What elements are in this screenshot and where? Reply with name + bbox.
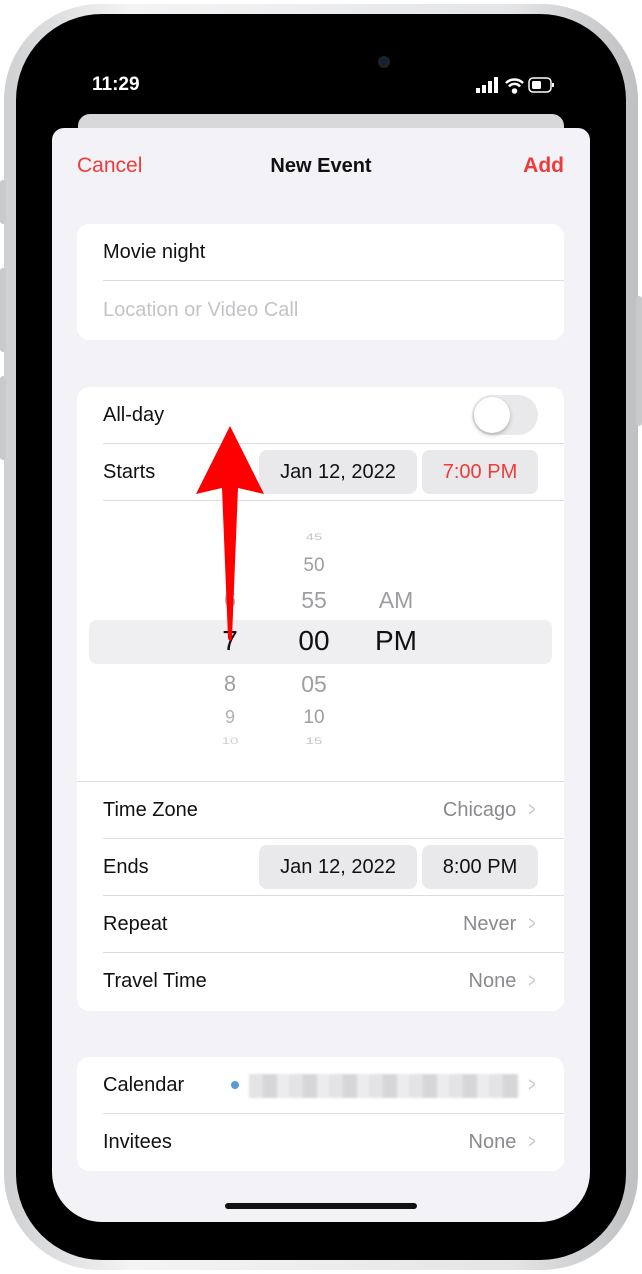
am-option[interactable]: AM [379, 587, 414, 614]
status-time: 11:29 [92, 74, 140, 95]
time-picker[interactable]: 6 7 8 9 10 45 50 55 00 05 10 15 AM PM [77, 501, 564, 782]
mute-switch [0, 180, 6, 224]
screen: 11:29 Cancel New Event Add Movie night L… [52, 48, 590, 1222]
end-date-button[interactable]: Jan 12, 2022 [259, 845, 417, 889]
status-icons [476, 77, 554, 94]
repeat-label: Repeat [103, 912, 168, 935]
home-indicator[interactable] [225, 1203, 417, 1209]
minute-selected[interactable]: 00 [298, 625, 329, 657]
wifi-icon [505, 78, 524, 94]
ends-row: Ends Jan 12, 2022 8:00 PM [103, 839, 564, 896]
travel-time-row[interactable]: Travel Time None > [103, 953, 564, 1010]
minute-option[interactable]: 05 [301, 671, 327, 698]
repeat-value: Never [462, 912, 517, 935]
start-date-button[interactable]: Jan 12, 2022 [259, 450, 417, 494]
time-zone-row[interactable]: Time Zone Chicago > [103, 782, 564, 839]
title-location-card: Movie night Location or Video Call [77, 224, 564, 340]
time-zone-value: Chicago [442, 798, 517, 821]
starts-row: Starts Jan 12, 2022 7:00 PM [103, 444, 564, 501]
pm-selected[interactable]: PM [375, 625, 417, 657]
chevron-right-icon: > [528, 970, 536, 992]
end-time-button[interactable]: 8:00 PM [422, 845, 538, 889]
hour-option[interactable]: 9 [225, 707, 235, 728]
repeat-row[interactable]: Repeat Never > [103, 896, 564, 953]
calendar-card: Calendar > Invitees None > [77, 1057, 564, 1171]
add-button[interactable]: Add [523, 154, 564, 178]
location-input[interactable]: Location or Video Call [103, 299, 298, 322]
chevron-right-icon: > [528, 1073, 536, 1096]
minute-option[interactable]: 15 [306, 736, 323, 746]
calendar-label: Calendar [103, 1073, 185, 1096]
invitees-value: None [468, 1131, 517, 1153]
hour-option[interactable]: 8 [224, 671, 236, 697]
minute-option[interactable]: 10 [303, 707, 324, 729]
hour-option[interactable]: 10 [222, 736, 239, 746]
location-field[interactable]: Location or Video Call [103, 282, 564, 339]
start-time-button[interactable]: 7:00 PM [422, 450, 538, 494]
calendar-name-redacted [249, 1074, 519, 1098]
invitees-label: Invitees [103, 1131, 172, 1153]
annotation-arrow-up-icon [196, 426, 264, 641]
all-day-label: All-day [103, 403, 165, 426]
invitees-row[interactable]: Invitees None > [103, 1114, 564, 1171]
power-button [636, 296, 642, 426]
all-day-toggle[interactable] [472, 395, 538, 435]
all-day-row: All-day [103, 387, 564, 444]
signal-icon [476, 77, 498, 93]
camera [378, 56, 390, 68]
minute-option[interactable]: 45 [306, 532, 323, 542]
title-field[interactable]: Movie night [103, 224, 564, 281]
page-title: New Event [270, 155, 372, 177]
minute-option[interactable]: 55 [301, 587, 327, 614]
battery-icon [528, 77, 554, 93]
travel-time-label: Travel Time [103, 970, 207, 992]
calendar-color-dot [231, 1081, 239, 1089]
travel-time-value: None [468, 970, 517, 992]
new-event-sheet: Cancel New Event Add Movie night Locatio… [52, 128, 590, 1222]
date-card: All-day Starts Jan 12, 2022 7:00 PM 6 7 … [77, 387, 564, 1011]
calendar-row[interactable]: Calendar > [103, 1057, 564, 1114]
volume-up-button [0, 268, 6, 352]
chevron-right-icon: > [528, 798, 536, 821]
starts-label: Starts [103, 460, 156, 483]
ends-label: Ends [103, 855, 149, 878]
chevron-right-icon: > [528, 1131, 536, 1153]
title-input[interactable]: Movie night [103, 241, 205, 264]
volume-down-button [0, 376, 6, 460]
time-zone-label: Time Zone [103, 798, 198, 821]
chevron-right-icon: > [528, 912, 536, 935]
minute-option[interactable]: 50 [303, 555, 324, 577]
